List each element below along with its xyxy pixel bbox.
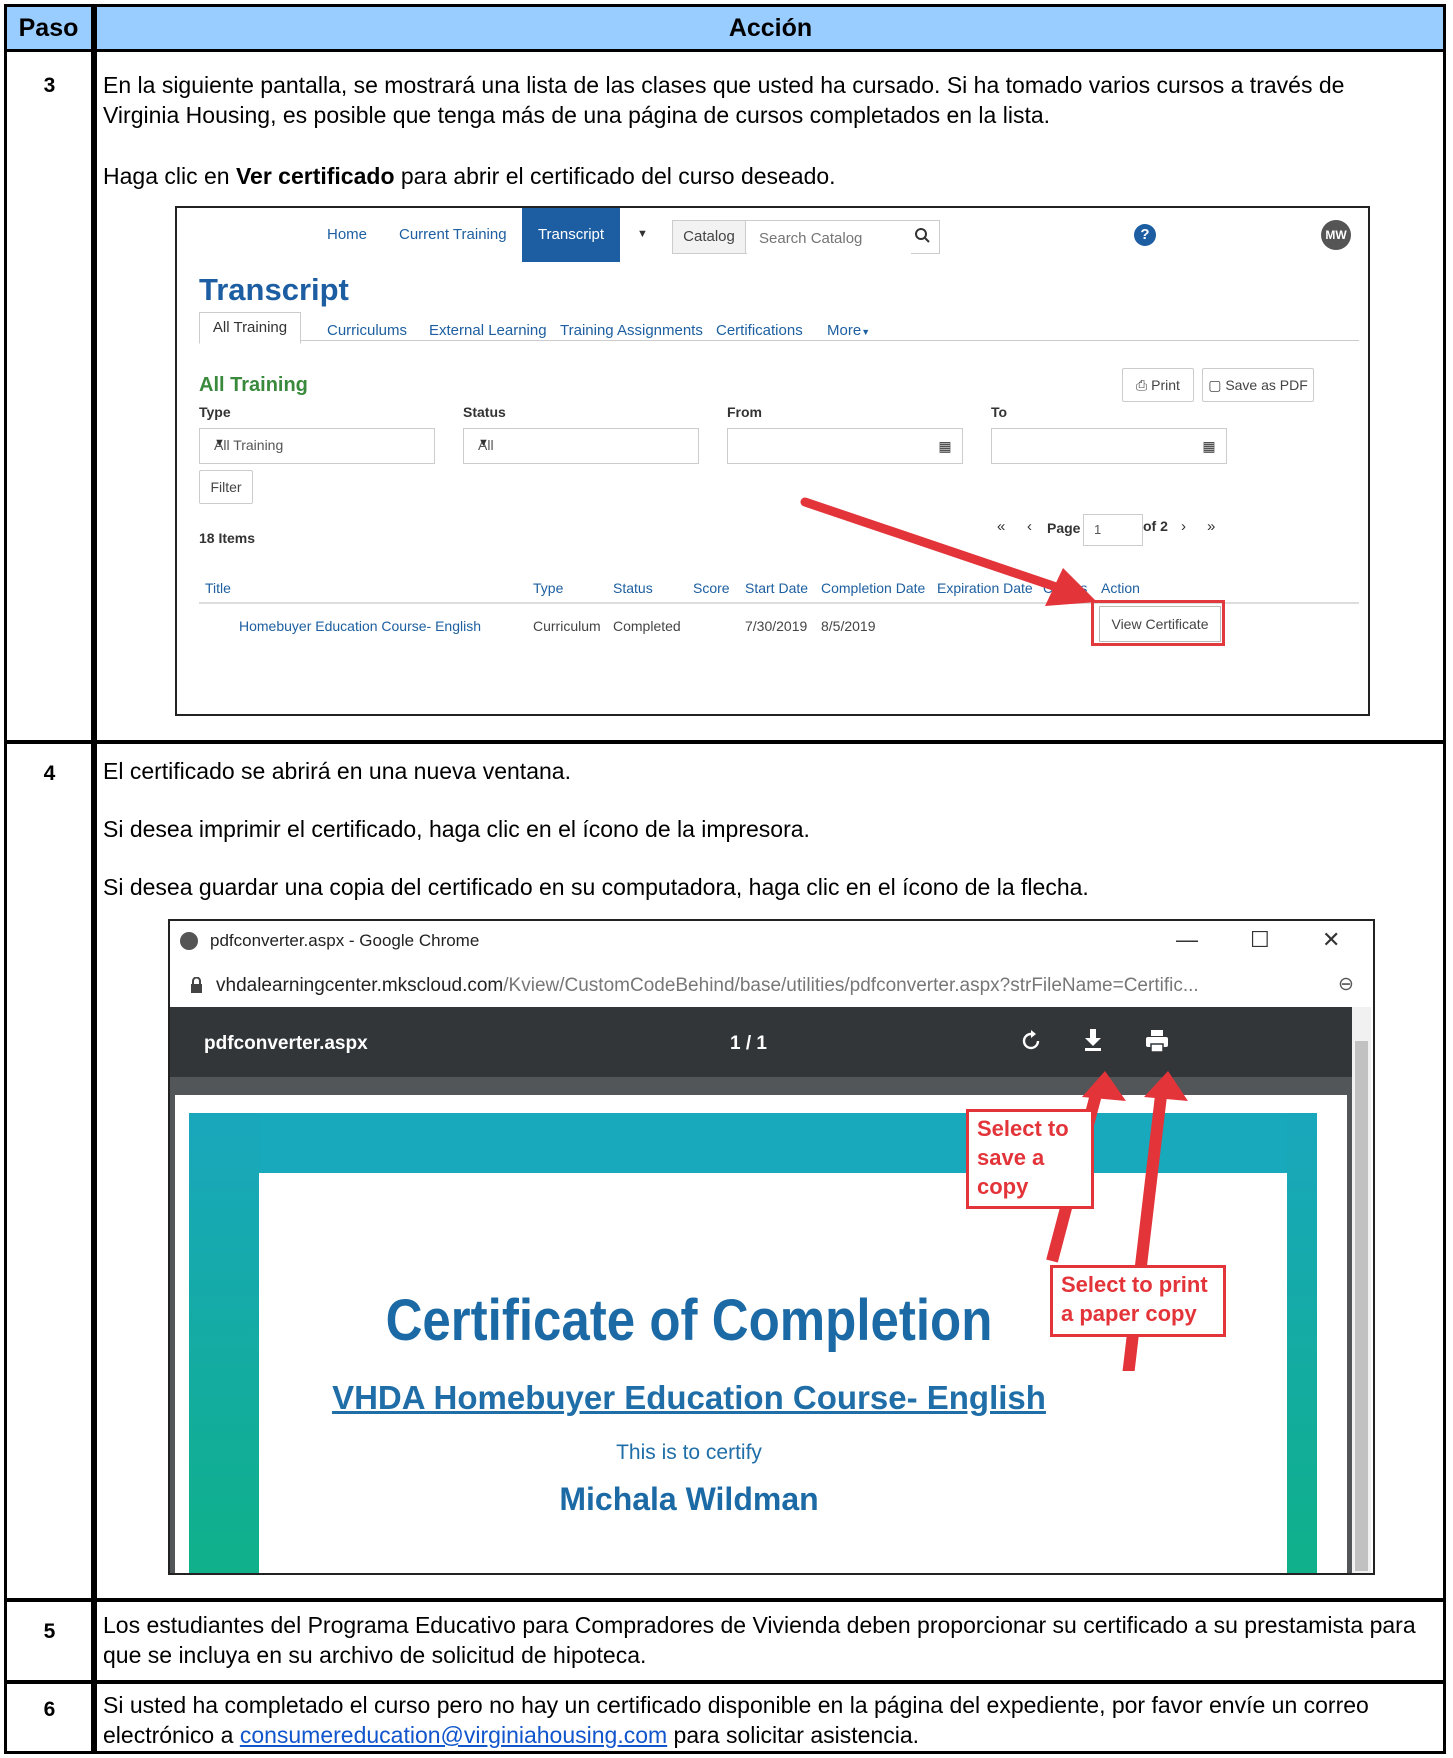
column-header-step: Paso: [18, 14, 79, 42]
certificate-recipient: Michala Wildman: [559, 1481, 819, 1517]
page-count: of 2: [1143, 518, 1168, 534]
step-3-paragraph-1: En la siguiente pantalla, se mostrará un…: [103, 72, 1345, 128]
row-completion-date: 8/5/2019: [821, 618, 876, 634]
row-status: Completed: [613, 618, 681, 634]
column-header-action: Acción: [728, 14, 813, 42]
status-select[interactable]: All ▼: [463, 428, 699, 464]
row-divider: [4, 1680, 1446, 1684]
maximize-icon[interactable]: ☐: [1250, 927, 1270, 953]
tab-certifications[interactable]: Certifications: [716, 322, 803, 339]
row-divider: [4, 49, 1446, 52]
window-title: pdfconverter.aspx - Google Chrome: [210, 931, 480, 950]
scrollbar[interactable]: [1352, 1007, 1371, 1573]
print-button[interactable]: ⎙ Print: [1122, 368, 1194, 402]
column-type[interactable]: Type: [533, 580, 563, 596]
course-title-link[interactable]: Homebuyer Education Course- English: [239, 618, 481, 634]
callout-save-copy: Select to save a copy: [966, 1109, 1094, 1209]
step-3-paragraph-2: Haga clic en Ver certificado para abrir …: [103, 163, 836, 189]
lock-icon: [191, 977, 202, 993]
certificate-course-name: VHDA Homebuyer Education Course- English: [332, 1379, 1046, 1416]
row-type: Curriculum: [533, 618, 601, 634]
column-status[interactable]: Status: [613, 580, 653, 596]
pdf-icon: ▢: [1208, 377, 1222, 393]
row-start-date: 7/30/2019: [745, 618, 808, 634]
printer-icon[interactable]: [1144, 1029, 1170, 1053]
rotate-icon[interactable]: [1020, 1029, 1042, 1053]
next-page-icon[interactable]: ›: [1181, 518, 1186, 535]
tab-strip-border: [199, 340, 1359, 341]
page-title: Transcript: [199, 272, 349, 307]
table-border-right: [1443, 4, 1446, 1754]
items-count: 18 Items: [199, 530, 256, 546]
printer-icon: ⎙: [1136, 377, 1148, 393]
calendar-icon[interactable]: ▦: [928, 429, 962, 463]
to-label: To: [991, 404, 1008, 420]
step-number: 4: [43, 762, 56, 785]
scrollbar-thumb[interactable]: [1355, 1041, 1368, 1571]
search-input[interactable]: [747, 221, 911, 255]
status-label: Status: [463, 404, 506, 420]
address-bar[interactable]: vhdalearningcenter.mkscloud.com/Kview/Cu…: [216, 975, 1199, 997]
section-title: All Training: [199, 374, 308, 396]
catalog-dropdown[interactable]: Catalog: [673, 221, 746, 253]
close-icon[interactable]: ✕: [1322, 927, 1340, 953]
zoom-icon[interactable]: ⊖: [1338, 973, 1354, 996]
chevron-down-icon: ▼: [478, 437, 489, 449]
table-border-top: [4, 4, 1446, 7]
step-number: 5: [43, 1620, 56, 1643]
step-4-paragraph-3: Si desea guardar una copia del certifica…: [103, 874, 1089, 900]
pdf-file-name: pdfconverter.aspx: [204, 1033, 368, 1054]
column-score[interactable]: Score: [693, 580, 730, 596]
step-6-paragraph: Si usted ha completado el curso pero no …: [103, 1692, 1369, 1748]
globe-icon: [180, 932, 198, 950]
help-icon[interactable]: ?: [1134, 224, 1156, 246]
lms-transcript-screenshot: Home Current Training Transcript ▼ Catal…: [175, 206, 1370, 716]
pdf-page-indicator: 1 / 1: [730, 1033, 767, 1054]
type-select[interactable]: All Training ▼: [199, 428, 435, 464]
pdf-toolbar: pdfconverter.aspx 1 / 1: [170, 1007, 1352, 1077]
tab-training-assignments[interactable]: Training Assignments: [560, 322, 703, 339]
column-divider: [91, 4, 97, 1754]
step-4-paragraph-2: Si desea imprimir el certificado, haga c…: [103, 816, 810, 842]
certificate-title: Certificate of Completion: [385, 1288, 993, 1353]
search-icon[interactable]: [905, 220, 941, 252]
catalog-search: Catalog: [672, 220, 940, 255]
step-5-paragraph: Los estudiantes del Programa Educativo p…: [103, 1612, 1416, 1668]
table-border-left: [4, 4, 7, 1754]
chevron-down-icon: ▼: [214, 437, 225, 449]
step-number: 6: [43, 1698, 56, 1721]
avatar[interactable]: MW: [1321, 220, 1351, 250]
to-date-input[interactable]: ▦: [991, 428, 1227, 464]
email-link[interactable]: consumereducation@virginiahousing.com: [240, 1722, 667, 1748]
nav-current-training[interactable]: Current Training: [399, 226, 507, 243]
tab-curriculums[interactable]: Curriculums: [327, 322, 407, 339]
nav-home[interactable]: Home: [327, 226, 367, 243]
step-number: 3: [43, 74, 56, 97]
type-label: Type: [199, 404, 231, 420]
calendar-icon[interactable]: ▦: [1192, 429, 1226, 463]
tab-all-training[interactable]: All Training: [199, 312, 301, 344]
tab-more[interactable]: More▼: [827, 322, 870, 339]
from-label: From: [727, 404, 762, 420]
column-title[interactable]: Title: [205, 580, 231, 596]
callout-print-copy: Select to print a paper copy: [1050, 1265, 1226, 1337]
last-page-icon[interactable]: »: [1207, 518, 1215, 535]
table-border-bottom: [4, 1751, 1446, 1754]
minimize-icon[interactable]: —: [1176, 927, 1198, 953]
chrome-pdf-window-screenshot: pdfconverter.aspx - Google Chrome — ☐ ✕ …: [168, 919, 1375, 1575]
filter-button[interactable]: Filter: [199, 470, 253, 504]
row-divider: [4, 1598, 1446, 1602]
save-pdf-button[interactable]: ▢ Save as PDF: [1202, 368, 1314, 402]
red-arrow-annotation: [800, 497, 1097, 606]
certificate-subtitle: This is to certify: [616, 1441, 762, 1464]
download-icon[interactable]: [1082, 1027, 1104, 1053]
from-date-input[interactable]: ▦: [727, 428, 963, 464]
bold-ver-certificado: Ver certificado: [235, 163, 395, 189]
chevron-down-icon[interactable]: ▼: [637, 228, 648, 240]
tab-external-learning[interactable]: External Learning: [429, 322, 547, 339]
nav-transcript[interactable]: Transcript: [522, 208, 620, 262]
step-4-paragraph-1: El certificado se abrirá en una nueva ve…: [103, 758, 571, 784]
chevron-down-icon: ▼: [861, 327, 871, 337]
row-divider: [4, 740, 1446, 744]
